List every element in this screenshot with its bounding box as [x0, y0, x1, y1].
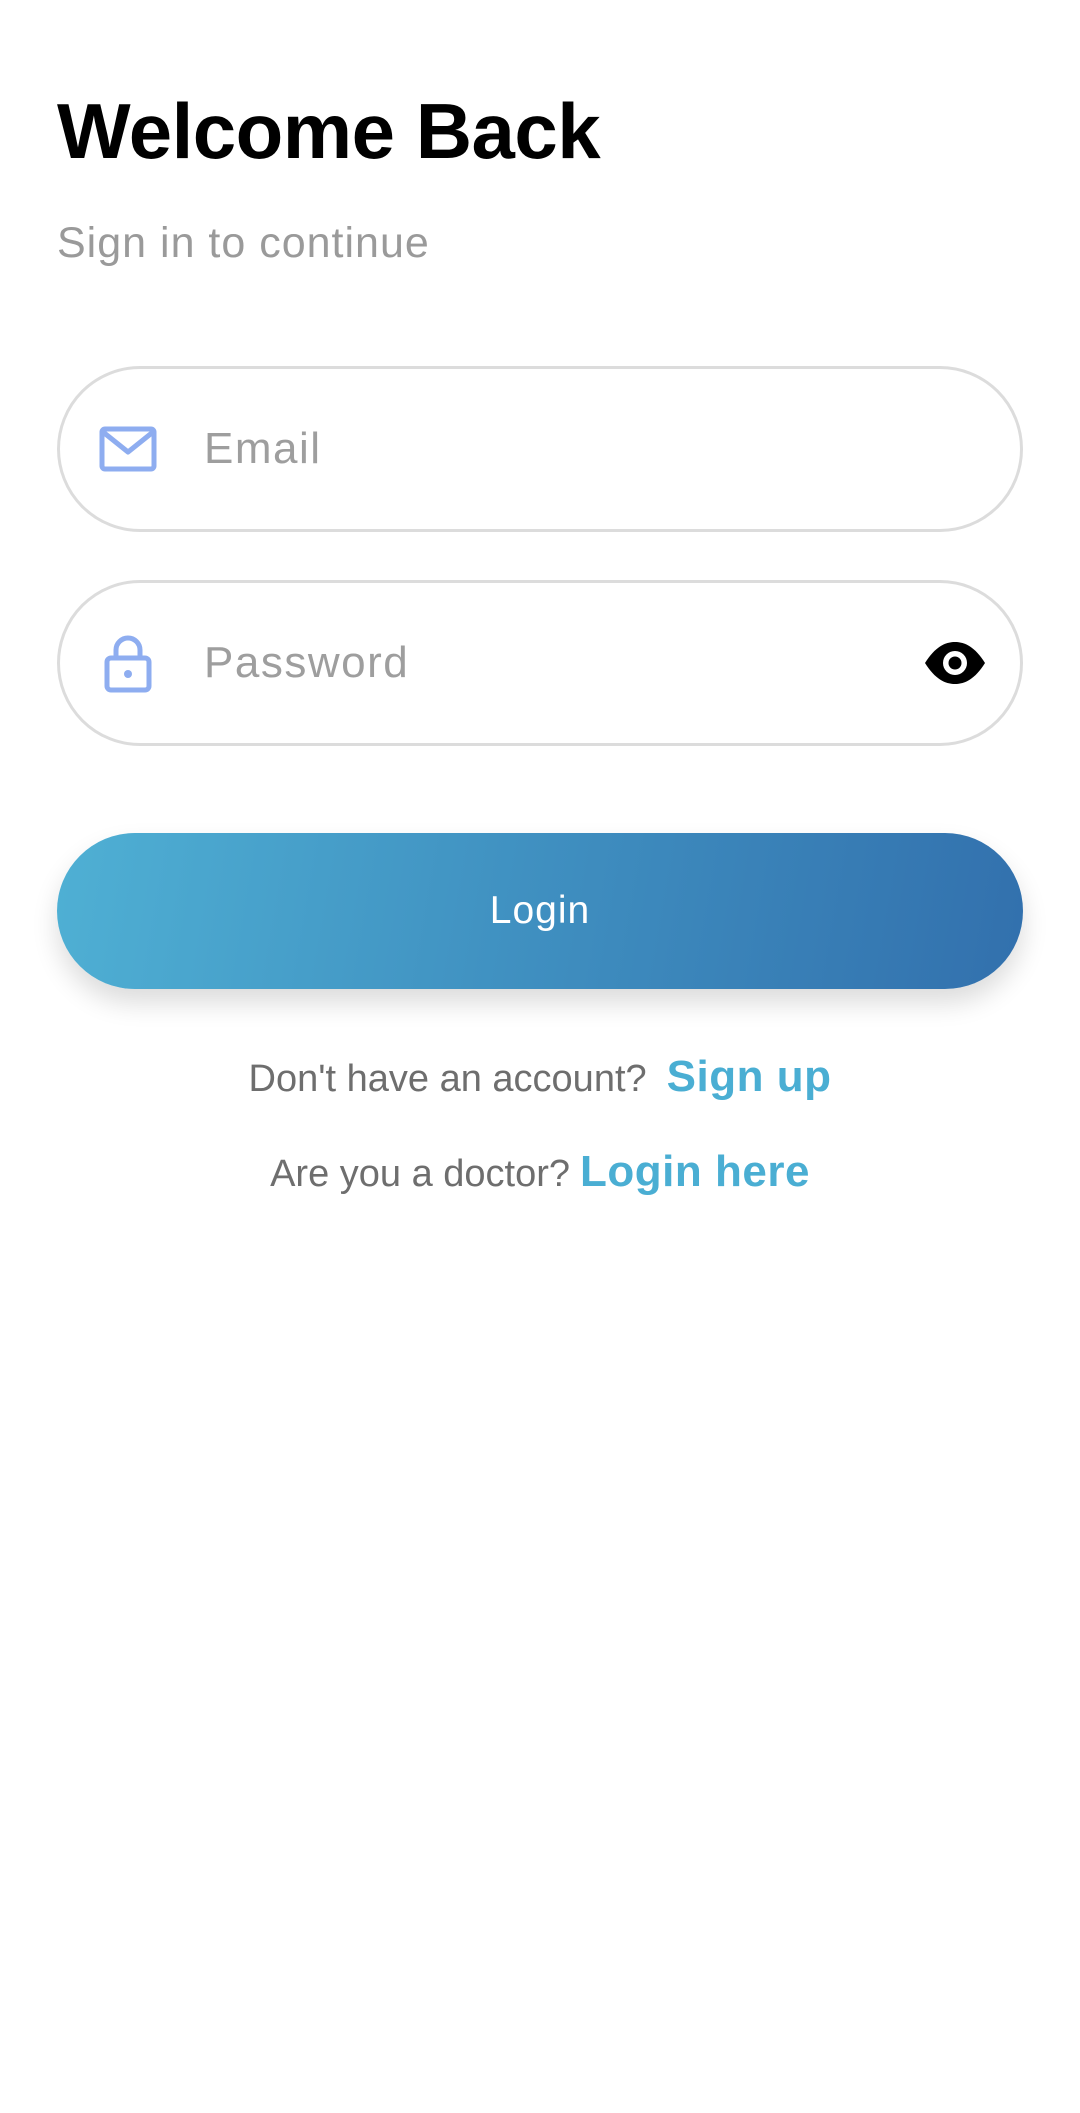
signup-link[interactable]: Sign up — [667, 1055, 832, 1099]
doctor-login-link[interactable]: Login here — [580, 1150, 810, 1194]
password-placeholder: Password — [204, 638, 410, 687]
doctor-prompt: Are you a doctor? — [270, 1153, 571, 1195]
email-field[interactable]: Email — [57, 366, 1023, 532]
mail-icon — [96, 417, 160, 481]
signup-row: Don't have an account? Sign up — [0, 1055, 1080, 1099]
email-placeholder: Email — [204, 424, 322, 473]
doctor-row: Are you a doctor? Login here — [0, 1150, 1080, 1194]
password-field[interactable]: Password — [57, 580, 1023, 746]
login-screen: Welcome Back Sign in to continue Email P… — [0, 0, 1080, 2113]
eye-icon[interactable] — [920, 628, 990, 698]
login-button[interactable]: Login — [57, 833, 1023, 989]
lock-icon — [96, 631, 160, 695]
signup-prompt: Don't have an account? — [248, 1058, 647, 1100]
page-subtitle: Sign in to continue — [57, 219, 430, 267]
page-title: Welcome Back — [57, 87, 601, 175]
